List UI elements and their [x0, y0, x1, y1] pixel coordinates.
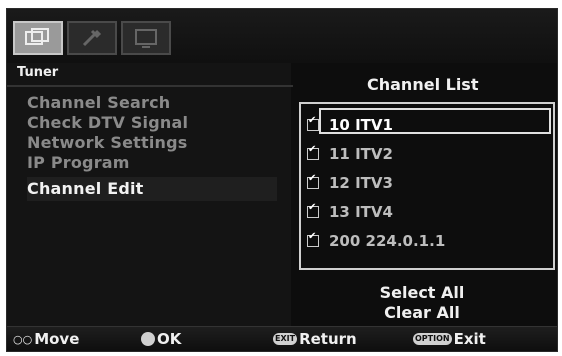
menu-item-check-dtv-signal[interactable]: Check DTV Signal — [27, 113, 277, 133]
section-divider — [7, 85, 293, 87]
channel-icon — [25, 28, 49, 45]
hint-return-label: Return — [299, 330, 357, 348]
channel-label: 13 ITV4 — [329, 203, 393, 221]
checkbox-checked-icon[interactable] — [307, 115, 319, 131]
section-label: Tuner — [17, 65, 59, 80]
hint-exit: OPTION Exit — [413, 329, 486, 349]
channel-row[interactable]: 11 ITV2 — [307, 141, 393, 167]
checkbox-checked-icon[interactable] — [307, 144, 319, 160]
category-tabs — [13, 21, 171, 55]
menu-item-channel-search[interactable]: Channel Search — [27, 93, 277, 113]
ok-key-icon — [141, 332, 155, 346]
tab-channel[interactable] — [13, 21, 63, 55]
list-actions: Select All Clear All — [367, 283, 477, 323]
tab-screen[interactable] — [121, 21, 171, 55]
channel-row[interactable]: 12 ITV3 — [307, 170, 393, 196]
option-key-icon: OPTION — [413, 333, 452, 345]
checkbox-checked-icon[interactable] — [307, 202, 319, 218]
hint-ok-label: OK — [157, 330, 182, 348]
channel-row[interactable]: 13 ITV4 — [307, 199, 393, 225]
tv-menu-screen: Tuner Channel Search Check DTV Signal Ne… — [6, 8, 558, 352]
channel-row[interactable]: 10 ITV1 — [307, 112, 393, 138]
checkbox-checked-icon[interactable] — [307, 173, 319, 189]
channel-list-title: Channel List — [367, 75, 479, 94]
hint-ok: OK — [141, 329, 181, 349]
hint-return: EXIT Return — [273, 329, 357, 349]
checkbox-checked-icon[interactable] — [307, 231, 319, 247]
channel-label: 10 ITV1 — [329, 116, 393, 134]
channel-label: 200 224.0.1.1 — [329, 232, 446, 250]
hint-move-label: Move — [34, 330, 80, 348]
screen-icon — [135, 29, 157, 48]
clear-all-button[interactable]: Clear All — [367, 303, 477, 323]
menu-item-channel-edit[interactable]: Channel Edit — [27, 177, 277, 201]
exit-key-icon: EXIT — [273, 333, 298, 345]
tuner-menu: Channel Search Check DTV Signal Network … — [27, 93, 277, 201]
menu-item-ip-program[interactable]: IP Program — [27, 153, 277, 173]
hint-exit-label: Exit — [453, 330, 486, 348]
tab-tools[interactable] — [67, 21, 117, 55]
menu-item-network-settings[interactable]: Network Settings — [27, 133, 277, 153]
select-all-button[interactable]: Select All — [367, 283, 477, 303]
channel-label: 11 ITV2 — [329, 145, 393, 163]
channel-row[interactable]: 200 224.0.1.1 — [307, 228, 445, 254]
bottom-help-bar: ○○ Move OK EXIT Return OPTION Exit — [7, 326, 557, 351]
hint-move: ○○ Move — [13, 329, 79, 349]
top-bar — [7, 9, 557, 63]
tools-icon — [82, 29, 102, 47]
channel-label: 12 ITV3 — [329, 174, 393, 192]
channel-list: 10 ITV1 11 ITV2 12 ITV3 13 ITV4 200 224.… — [299, 102, 555, 270]
arrows-icon: ○○ — [13, 332, 33, 346]
